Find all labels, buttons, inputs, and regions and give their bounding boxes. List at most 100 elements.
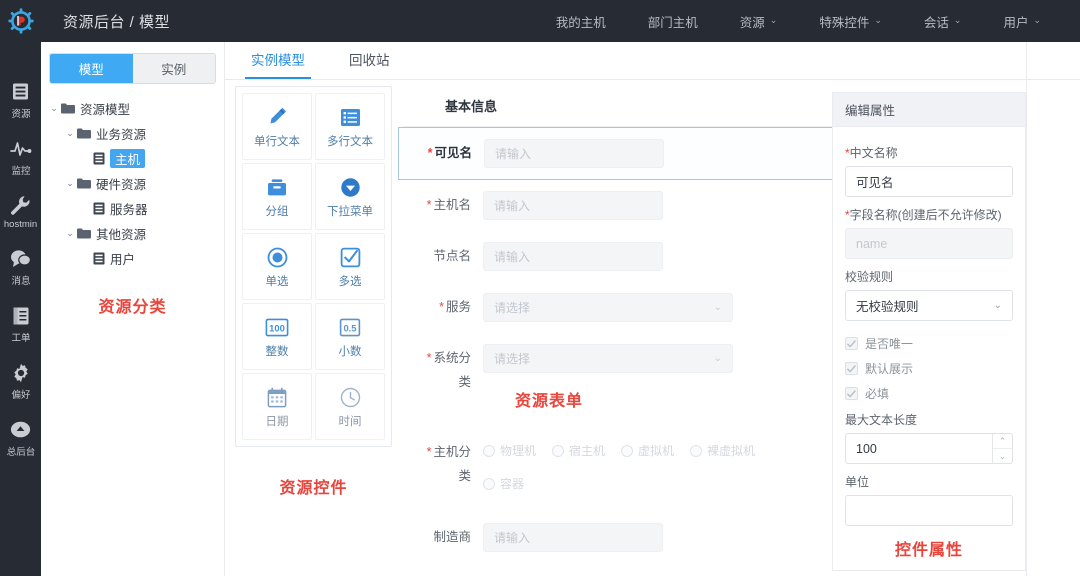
hostname-input[interactable]: 请输入 — [483, 191, 663, 220]
tree-node-label: 用户 — [110, 253, 136, 267]
radio-container[interactable]: 容器 — [483, 475, 833, 492]
placeholder-text: 请选择 — [494, 352, 531, 366]
form-section-title: 基本信息 — [403, 86, 833, 127]
placeholder-text: 请输入 — [494, 250, 531, 264]
stepper-buttons: ⌃ ⌄ — [992, 434, 1012, 463]
rail-item-hostmin[interactable]: hostmin — [0, 194, 41, 230]
rail-item-preference[interactable]: 偏好 — [0, 361, 41, 401]
widget-label: 下拉菜单 — [327, 206, 373, 218]
unit-input[interactable] — [845, 495, 1013, 526]
tree-node-resource-model[interactable]: ⌄ 资源模型 — [41, 96, 224, 121]
placeholder-text: 请输入 — [495, 147, 532, 161]
folder-icon — [77, 178, 91, 189]
tree-node-hardware-resource[interactable]: ⌄ 硬件资源 — [41, 171, 224, 196]
rail-item-admin-console[interactable]: 总后台 — [0, 418, 41, 458]
radio-virtual-machine[interactable]: 虚拟机 — [621, 442, 674, 459]
widget-palette: 单行文本 多行文本 分组 下拉菜单 单选 多选 100 整数 0.5 小数 日期… — [235, 86, 392, 447]
calendar-icon — [267, 384, 287, 410]
rail-item-resource[interactable]: 资源 — [0, 80, 41, 120]
list-lines-icon — [340, 104, 361, 130]
rail-item-workorder[interactable]: 工单 — [0, 304, 41, 344]
widget-group[interactable]: 分组 — [242, 163, 312, 230]
required-marker: * — [426, 445, 432, 459]
checkbox-required[interactable]: 必填 — [845, 385, 1013, 402]
radio-bare-virtual-machine[interactable]: 裸虚拟机 — [690, 442, 755, 459]
app-logo[interactable] — [0, 0, 41, 42]
rail-item-message[interactable]: 消息 — [0, 247, 41, 287]
form-row-system-category[interactable]: * 系统分 类 请选择 ⌄ 资源表单 — [403, 333, 833, 422]
field-name-input[interactable]: name — [845, 228, 1013, 259]
widget-decimal[interactable]: 0.5 小数 — [315, 303, 385, 370]
chevron-down-icon[interactable]: ⌄ — [63, 228, 77, 239]
max-length-stepper[interactable]: 100 ⌃ ⌄ — [845, 433, 1013, 464]
widget-radio[interactable]: 单选 — [242, 233, 312, 300]
tab-recycle-bin[interactable]: 回收站 — [343, 49, 396, 79]
circle-up-arrow-icon — [10, 418, 31, 441]
form-row-node-name[interactable]: 节点名 请输入 — [403, 231, 833, 282]
nav-item-dept-hosts[interactable]: 部门主机 — [627, 0, 719, 42]
widget-date[interactable]: 日期 — [242, 373, 312, 440]
tab-instance-model[interactable]: 实例模型 — [245, 49, 311, 79]
form-row-service[interactable]: * 服务 请选择 ⌄ — [403, 282, 833, 333]
nav-label: 用户 — [1003, 15, 1029, 30]
tree-node-other-resource[interactable]: ⌄ 其他资源 — [41, 221, 224, 246]
widget-dropdown-menu[interactable]: 下拉菜单 — [315, 163, 385, 230]
widget-checkbox[interactable]: 多选 — [315, 233, 385, 300]
form-row-host-category[interactable]: * 主机分 类 物理机 宿主机 虚拟机 裸虚拟机 容器 — [403, 422, 833, 503]
radio-circle-icon — [483, 477, 495, 490]
service-select[interactable]: 请选择 ⌄ — [483, 293, 733, 322]
widget-integer[interactable]: 100 整数 — [242, 303, 312, 370]
widget-time[interactable]: 时间 — [315, 373, 385, 440]
tree-node-user[interactable]: 用户 — [41, 246, 224, 271]
rail-item-monitor[interactable]: 监控 — [0, 137, 41, 177]
checkbox-label: 是否唯一 — [865, 337, 914, 351]
checkbox-default-display[interactable]: 默认展示 — [845, 360, 1013, 377]
form-row-manufacturer[interactable]: 制造商 请输入 — [403, 503, 833, 563]
radio-label: 物理机 — [500, 444, 537, 458]
tree-node-business-resource[interactable]: ⌄ 业务资源 — [41, 121, 224, 146]
chevron-down-icon: ⌄ — [874, 14, 882, 25]
property-panel: 编辑属性 *中文名称 可见名 *字段名称(创建后不允许修改) name 校验规则… — [832, 92, 1026, 571]
segment-model[interactable]: 模型 — [50, 54, 133, 83]
field-name-label: *字段名称(创建后不允许修改) — [845, 208, 1002, 222]
form-row-hostname[interactable]: * 主机名 请输入 — [403, 180, 833, 231]
gear-icon — [11, 361, 31, 384]
radio-circle-icon — [267, 244, 288, 270]
radio-host-machine[interactable]: 宿主机 — [552, 442, 605, 459]
nav-item-my-hosts[interactable]: 我的主机 — [535, 0, 627, 42]
nav-item-special-widgets[interactable]: 特殊控件 ⌄ — [798, 0, 903, 42]
stepper-up-button[interactable]: ⌃ — [993, 434, 1012, 449]
form-row-visible-name[interactable]: * 可见名 请输入 — [398, 127, 833, 180]
svg-text:100: 100 — [269, 322, 285, 333]
tree-node-server[interactable]: 服务器 — [41, 196, 224, 221]
chevron-down-icon: ⌄ — [1033, 14, 1041, 25]
form-label: 制造商 — [433, 530, 471, 544]
nav-item-user[interactable]: 用户 ⌄ — [982, 0, 1062, 42]
segment-instance[interactable]: 实例 — [132, 54, 215, 83]
validation-rule-value: 无校验规则 — [856, 300, 919, 314]
node-name-input[interactable]: 请输入 — [483, 242, 663, 271]
system-category-select[interactable]: 请选择 ⌄ — [483, 344, 733, 373]
clock-icon — [340, 384, 361, 410]
form-control: 物理机 宿主机 虚拟机 裸虚拟机 容器 — [483, 438, 833, 492]
nav-item-session[interactable]: 会话 ⌄ — [903, 0, 983, 42]
validation-rule-select[interactable]: 无校验规则 ⌄ — [845, 290, 1013, 321]
form-control: 请选择 ⌄ — [483, 293, 833, 322]
widget-multi-line-text[interactable]: 多行文本 — [315, 93, 385, 160]
nav-item-resource[interactable]: 资源 ⌄ — [719, 0, 799, 42]
checkbox-unique[interactable]: 是否唯一 — [845, 335, 1013, 352]
rail-label: 总后台 — [6, 447, 35, 458]
tree-node-host[interactable]: 主机 — [41, 146, 224, 171]
widget-single-line-text[interactable]: 单行文本 — [242, 93, 312, 160]
radio-physical-machine[interactable]: 物理机 — [483, 442, 536, 459]
stepper-down-button[interactable]: ⌄ — [993, 449, 1012, 463]
visible-name-input[interactable]: 请输入 — [484, 139, 664, 168]
nav-label: 我的主机 — [555, 15, 606, 30]
chevron-down-icon[interactable]: ⌄ — [63, 178, 77, 189]
rail-label: 工单 — [11, 333, 30, 344]
chevron-down-icon[interactable]: ⌄ — [47, 103, 61, 114]
manufacturer-input[interactable]: 请输入 — [483, 523, 663, 552]
radio-label: 容器 — [500, 477, 525, 491]
cn-name-input[interactable]: 可见名 — [845, 166, 1013, 197]
chevron-down-icon[interactable]: ⌄ — [63, 128, 77, 139]
